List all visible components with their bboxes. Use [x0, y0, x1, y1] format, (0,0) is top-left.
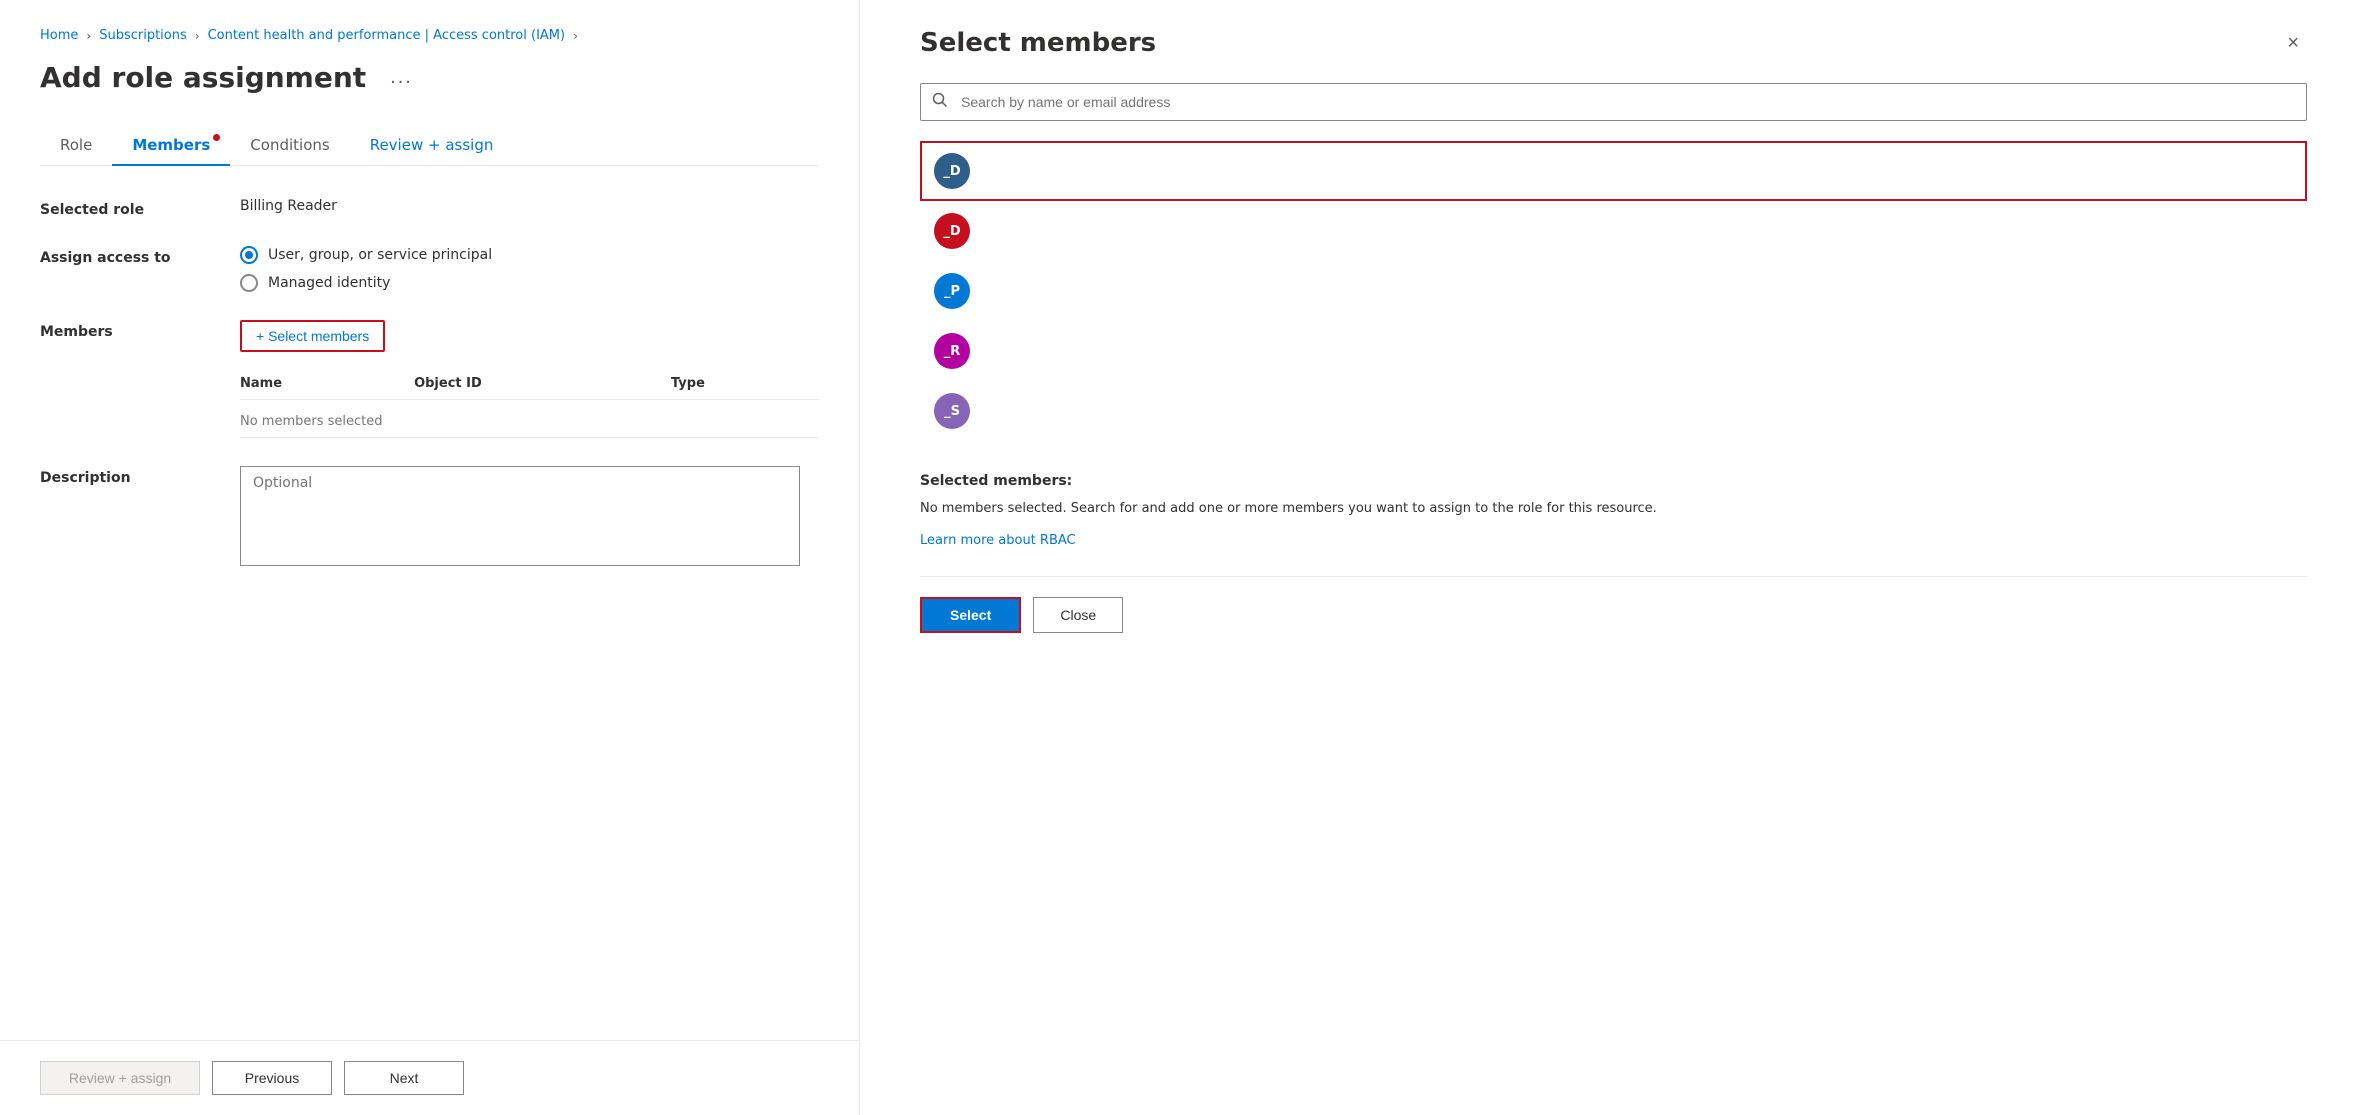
user-item[interactable]: _D	[920, 201, 2307, 261]
avatar: _P	[934, 273, 970, 309]
right-panel: Select members × _D _D _P	[860, 0, 2357, 1115]
search-icon	[932, 92, 948, 112]
page-title-row: Add role assignment ...	[40, 61, 819, 94]
members-value: + Select members Name Object ID Type No …	[240, 320, 819, 438]
breadcrumb-iam[interactable]: Content health and performance | Access …	[208, 28, 566, 43]
radio-user-label: User, group, or service principal	[268, 247, 492, 263]
close-button[interactable]: Close	[1033, 597, 1123, 633]
breadcrumb-subscriptions[interactable]: Subscriptions	[99, 28, 187, 43]
tab-review[interactable]: Review + assign	[350, 126, 514, 166]
tabs-nav: Role Members Conditions Review + assign	[40, 126, 819, 166]
radio-user-circle	[240, 246, 258, 264]
members-label: Members	[40, 320, 240, 340]
previous-button[interactable]: Previous	[212, 1061, 332, 1095]
breadcrumb-sep-3: ›	[573, 29, 578, 43]
review-assign-button: Review + assign	[40, 1061, 200, 1095]
col-type: Type	[671, 368, 819, 400]
assign-access-label: Assign access to	[40, 246, 240, 266]
selected-role-label: Selected role	[40, 198, 240, 218]
members-row: Members + Select members Name Object ID …	[40, 320, 819, 438]
search-container	[920, 83, 2307, 121]
radio-user[interactable]: User, group, or service principal	[240, 246, 819, 264]
breadcrumb-sep-2: ›	[195, 29, 200, 43]
members-dot	[213, 134, 220, 141]
selected-members-section: Selected members: No members selected. S…	[920, 457, 2307, 548]
tab-role[interactable]: Role	[40, 126, 112, 166]
next-button[interactable]: Next	[344, 1061, 464, 1095]
no-members-row: No members selected	[240, 400, 819, 438]
select-members-button[interactable]: + Select members	[240, 320, 385, 352]
no-members-description: No members selected. Search for and add …	[920, 499, 2307, 520]
radio-managed[interactable]: Managed identity	[240, 274, 819, 292]
assign-access-options: User, group, or service principal Manage…	[240, 246, 819, 292]
breadcrumb: Home › Subscriptions › Content health an…	[40, 28, 819, 43]
avatar: _S	[934, 393, 970, 429]
bottom-bar: Review + assign Previous Next	[0, 1040, 859, 1115]
description-row: Description	[40, 466, 819, 570]
left-panel: Home › Subscriptions › Content health an…	[0, 0, 860, 1115]
radio-managed-label: Managed identity	[268, 275, 390, 291]
page-title: Add role assignment	[40, 61, 366, 94]
selected-role-value: Billing Reader	[240, 198, 819, 214]
user-item[interactable]: _R	[920, 321, 2307, 381]
table-header-row: Name Object ID Type	[240, 368, 819, 400]
panel-title: Select members	[920, 28, 1156, 58]
selected-members-label: Selected members:	[920, 473, 2307, 489]
no-members-text: No members selected	[240, 400, 819, 438]
close-panel-button[interactable]: ×	[2279, 28, 2307, 59]
selected-role-row: Selected role Billing Reader	[40, 198, 819, 218]
col-name: Name	[240, 368, 414, 400]
avatar: _D	[934, 153, 970, 189]
tab-conditions[interactable]: Conditions	[230, 126, 349, 166]
radio-managed-circle	[240, 274, 258, 292]
description-value	[240, 466, 819, 570]
radio-group: User, group, or service principal Manage…	[240, 246, 819, 292]
user-item[interactable]: _S	[920, 381, 2307, 441]
description-textarea[interactable]	[240, 466, 800, 566]
panel-actions: Select Close	[920, 576, 2307, 633]
user-item[interactable]: _D	[920, 141, 2307, 201]
panel-header: Select members ×	[920, 28, 2307, 59]
avatar: _D	[934, 213, 970, 249]
breadcrumb-home[interactable]: Home	[40, 28, 78, 43]
search-input[interactable]	[920, 83, 2307, 121]
tab-members[interactable]: Members	[112, 126, 230, 166]
user-item[interactable]: _P	[920, 261, 2307, 321]
members-table: Name Object ID Type No members selected	[240, 368, 819, 438]
select-button[interactable]: Select	[920, 597, 1021, 633]
description-label: Description	[40, 466, 240, 486]
ellipsis-button[interactable]: ...	[382, 62, 421, 93]
assign-access-row: Assign access to User, group, or service…	[40, 246, 819, 292]
col-object-id: Object ID	[414, 368, 671, 400]
user-list: _D _D _P _R _S	[920, 141, 2307, 441]
avatar: _R	[934, 333, 970, 369]
rbac-link[interactable]: Learn more about RBAC	[920, 533, 1076, 548]
breadcrumb-sep-1: ›	[86, 29, 91, 43]
